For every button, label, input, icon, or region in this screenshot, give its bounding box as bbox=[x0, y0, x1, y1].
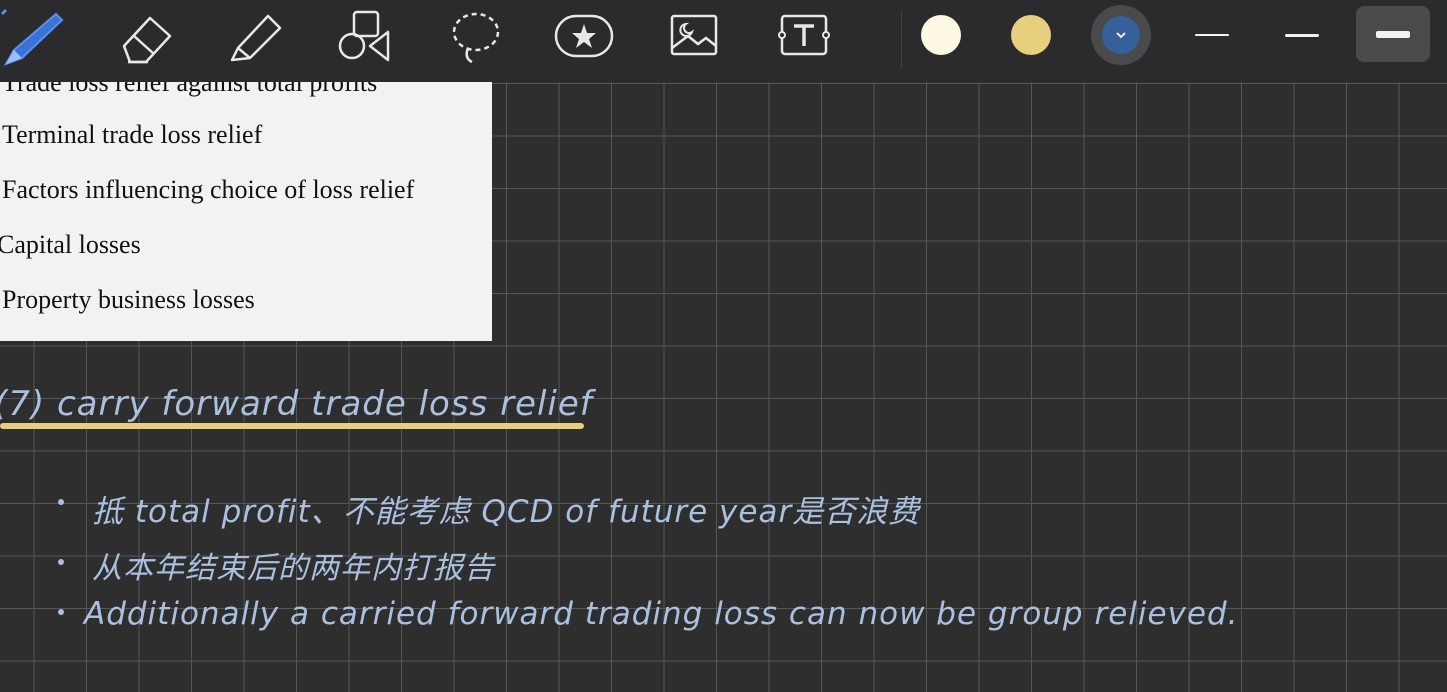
image-icon bbox=[670, 14, 718, 56]
handwritten-bullet: Additionally a carried forward trading l… bbox=[84, 596, 1239, 632]
text-box-icon bbox=[778, 14, 830, 56]
bullet-dot bbox=[58, 499, 64, 505]
toolbar bbox=[0, 0, 1447, 82]
pasted-document-snippet[interactable]: Trade loss relief against total profits … bbox=[0, 82, 492, 341]
stroke-thick-icon bbox=[1376, 30, 1410, 38]
highlight-underline bbox=[0, 423, 584, 429]
snippet-row: Factors influencing choice of loss relie… bbox=[2, 175, 415, 204]
pen-tool-button[interactable] bbox=[0, 8, 64, 66]
pen-icon bbox=[0, 8, 64, 66]
stroke-thin-button[interactable] bbox=[1182, 14, 1242, 56]
stroke-thin-icon bbox=[1195, 34, 1229, 36]
handwritten-bullet: 从本年结束后的两年内打报告 bbox=[92, 551, 495, 586]
stroke-medium-icon bbox=[1285, 33, 1319, 37]
sticker-tool-button[interactable] bbox=[552, 8, 616, 64]
lasso-icon bbox=[452, 12, 500, 64]
handwritten-bullet: 抵 total profit、不能考虑 QCD of future year是否… bbox=[92, 494, 921, 530]
shapes-tool-button[interactable] bbox=[332, 8, 396, 64]
chevron-down-icon bbox=[1116, 32, 1126, 39]
stroke-medium-button[interactable] bbox=[1272, 14, 1332, 56]
snippet-row: Trade loss relief against total profits bbox=[2, 82, 378, 97]
lasso-tool-button[interactable] bbox=[444, 8, 508, 64]
star-sticker-icon bbox=[554, 14, 614, 58]
snippet-row: Terminal trade loss relief bbox=[2, 120, 263, 149]
bullet-dot bbox=[58, 609, 64, 615]
highlighter-tool-button[interactable] bbox=[224, 8, 288, 64]
bullet-dot bbox=[58, 559, 64, 565]
color-swatch-selected-ring[interactable] bbox=[1091, 5, 1151, 65]
color-swatch-cream[interactable] bbox=[921, 15, 961, 55]
eraser-tool-button[interactable] bbox=[114, 8, 178, 64]
eraser-icon bbox=[122, 16, 172, 64]
color-swatch-blue[interactable] bbox=[1102, 16, 1140, 54]
handwritten-heading: (7) carry forward trade loss relief bbox=[0, 384, 593, 424]
highlighter-icon bbox=[230, 14, 282, 62]
snippet-row: Property business losses bbox=[2, 285, 255, 314]
snippet-row: Capital losses bbox=[0, 230, 141, 259]
image-tool-button[interactable] bbox=[662, 8, 726, 64]
color-swatch-yellow[interactable] bbox=[1011, 15, 1051, 55]
shapes-icon bbox=[338, 10, 390, 62]
stroke-thick-button[interactable] bbox=[1356, 6, 1430, 62]
toolbar-separator bbox=[901, 10, 902, 68]
text-tool-button[interactable] bbox=[772, 8, 836, 64]
